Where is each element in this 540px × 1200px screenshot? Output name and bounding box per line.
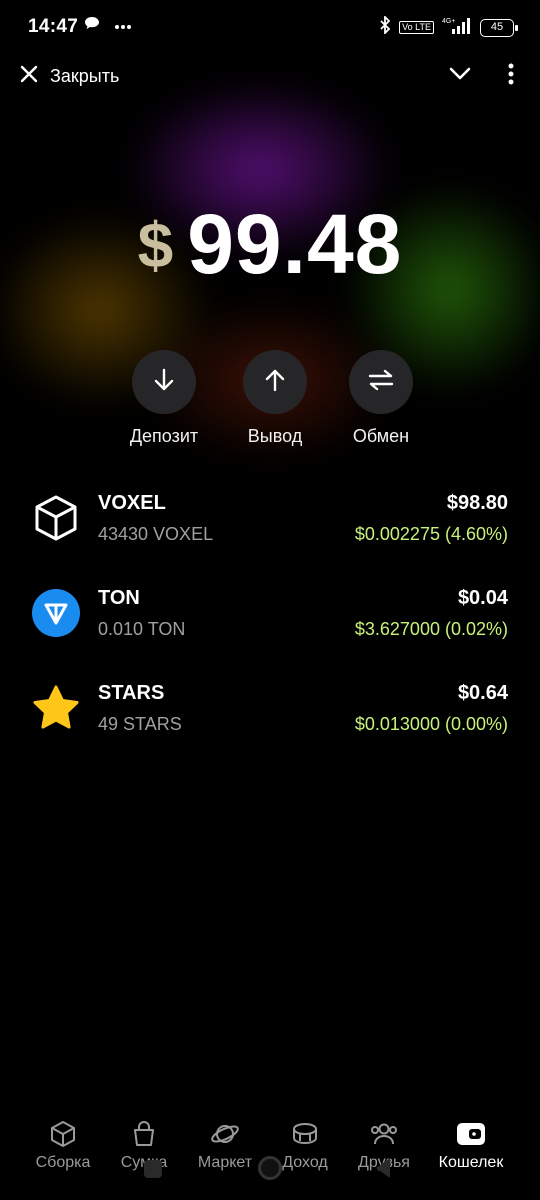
friends-icon: [339, 1118, 429, 1150]
token-name: STARS: [98, 682, 165, 704]
token-change: $0.013000 (0.00%): [354, 714, 508, 734]
token-change: $0.002275 (4.60%): [354, 524, 508, 544]
token-row-voxel[interactable]: VOXEL 43430 VOXEL $98.80 $0.002275 (4.60…: [0, 478, 540, 573]
signal-icon: 4G+: [442, 16, 472, 39]
close-label: Закрыть: [50, 65, 120, 86]
system-recents-button[interactable]: [144, 1160, 162, 1178]
close-button[interactable]: Закрыть: [20, 58, 119, 94]
token-name: TON: [98, 587, 140, 609]
token-amount: 43430 VOXEL: [98, 524, 214, 544]
system-back-button[interactable]: [376, 1158, 390, 1178]
swap-icon: [367, 369, 395, 396]
coins-icon: [260, 1118, 350, 1150]
balance-amount: 99.48: [187, 197, 403, 291]
token-amount: 0.010 TON: [98, 619, 186, 639]
nav-item-market[interactable]: Маркет: [180, 1118, 270, 1172]
currency-sign: $: [137, 208, 174, 281]
chat-notification-icon: [84, 16, 100, 35]
arrow-up-icon: [264, 368, 286, 397]
menu-button[interactable]: [502, 62, 520, 90]
close-icon: [20, 65, 38, 88]
token-value: $0.04: [457, 587, 508, 609]
battery-indicator: 45: [480, 18, 518, 37]
volte-badge: Vo LTE: [399, 21, 434, 34]
deposit-button[interactable]: Депозит: [104, 350, 224, 447]
system-home-button[interactable]: [258, 1156, 282, 1180]
token-row-stars[interactable]: STARS 49 STARS $0.64 $0.013000 (0.00%): [0, 668, 540, 763]
token-row-ton[interactable]: TON 0.010 TON $0.04 $3.627000 (0.02%): [0, 573, 540, 668]
chevron-down-icon: [449, 67, 471, 86]
withdraw-label: Вывод: [247, 426, 303, 446]
swap-label: Обмен: [352, 426, 410, 446]
arrow-down-icon: [153, 368, 175, 397]
token-value: $0.64: [457, 682, 508, 704]
swap-button[interactable]: Обмен: [321, 350, 441, 447]
token-change: $3.627000 (0.02%): [354, 619, 508, 639]
top-bar: Закрыть: [0, 58, 540, 94]
token-name: VOXEL: [98, 492, 166, 514]
status-bar: 14:47 Vo LTE 4G+ 45: [0, 0, 540, 54]
ton-icon: [30, 587, 82, 639]
more-vertical-icon: [508, 63, 514, 90]
nav-item-build[interactable]: Сборка: [18, 1118, 108, 1172]
token-list: VOXEL 43430 VOXEL $98.80 $0.002275 (4.60…: [0, 478, 540, 763]
bag-icon: [99, 1118, 189, 1150]
bluetooth-icon: [379, 14, 391, 39]
nav-item-wallet[interactable]: Кошелек: [426, 1118, 516, 1172]
planet-icon: [180, 1118, 270, 1150]
more-notifications-icon: [114, 17, 132, 35]
status-time: 14:47: [28, 16, 79, 37]
token-value: $98.80: [446, 492, 508, 514]
collapse-button[interactable]: [446, 62, 474, 90]
token-amount: 49 STARS: [98, 714, 182, 734]
withdraw-button[interactable]: Вывод: [215, 350, 335, 447]
svg-text:4G+: 4G+: [442, 18, 455, 25]
cube-icon: [18, 1118, 108, 1150]
wallet-icon: [426, 1118, 516, 1150]
star-icon: [30, 682, 82, 734]
wallet-balance: $99.48: [0, 196, 540, 293]
deposit-label: Депозит: [129, 426, 199, 446]
cube-icon: [30, 492, 82, 544]
